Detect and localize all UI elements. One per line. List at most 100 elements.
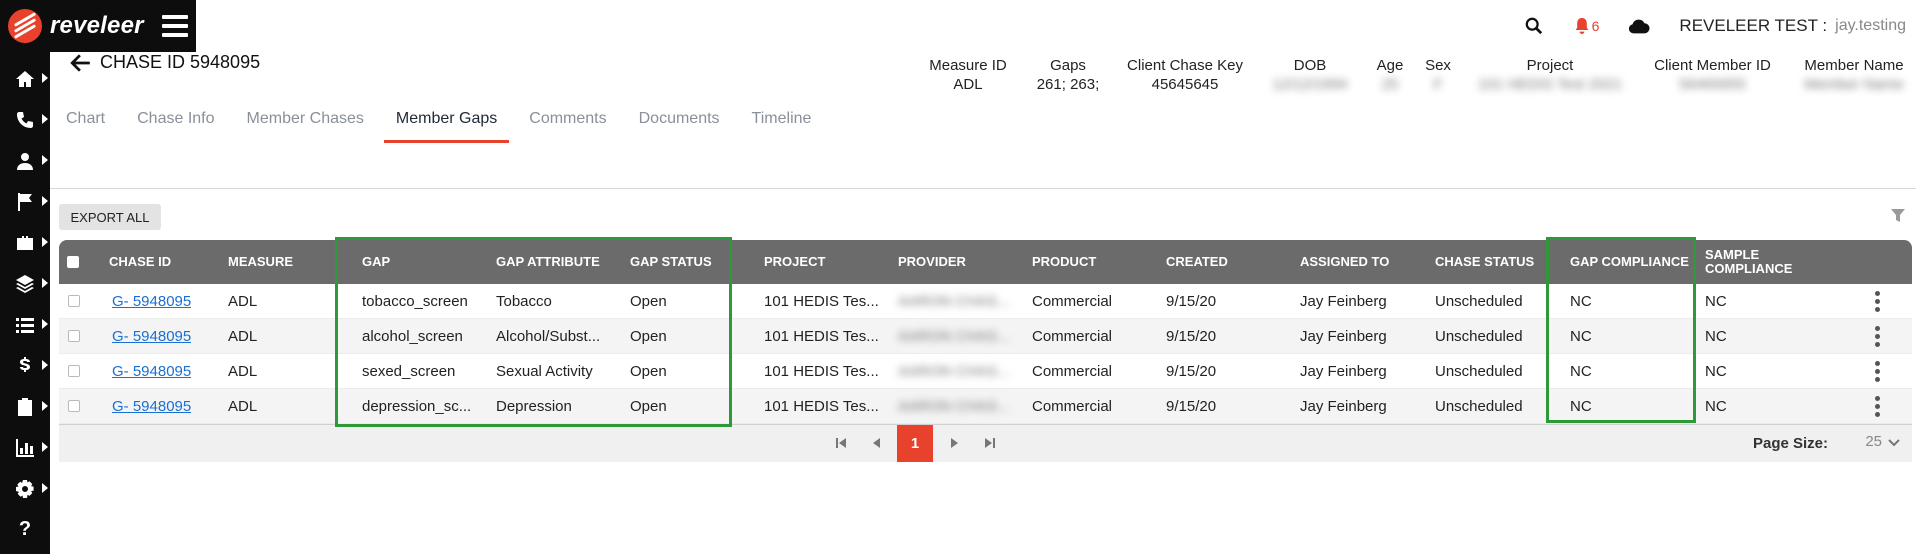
column-header-provider[interactable]: PROVIDER xyxy=(898,240,966,284)
back-arrow-icon[interactable] xyxy=(70,52,92,74)
meta-value: 45645645 xyxy=(1151,76,1219,93)
flag-icon xyxy=(18,192,32,211)
row-menu-icon[interactable] xyxy=(1875,290,1881,312)
table-row[interactable]: G- 5948095 ADL sexed_screen Sexual Activ… xyxy=(59,354,1912,389)
chase-id-link[interactable]: G- 5948095 xyxy=(112,363,191,380)
nav-briefcase[interactable] xyxy=(0,222,50,263)
nav-billing[interactable] xyxy=(0,345,50,386)
prev-page-button[interactable] xyxy=(870,436,884,450)
column-header-created[interactable]: CREATED xyxy=(1166,240,1228,284)
user-icon xyxy=(17,152,33,170)
filter-icon[interactable] xyxy=(1890,208,1906,224)
chevron-down-icon[interactable] xyxy=(1888,437,1900,449)
row-checkbox[interactable] xyxy=(68,365,80,377)
cell-gap-attribute: Sexual Activity xyxy=(496,362,593,380)
nav-settings[interactable] xyxy=(0,468,50,509)
page-size-select[interactable]: 25 xyxy=(1865,433,1882,450)
tab-chase-info[interactable]: Chase Info xyxy=(137,96,214,143)
cell-assigned-to: Jay Feinberg xyxy=(1300,362,1387,380)
cell-provider: AARON CHAS... xyxy=(898,362,1010,380)
brand-name: reveleer xyxy=(50,12,144,39)
nav-phone[interactable] xyxy=(0,99,50,140)
meta-label: Gaps xyxy=(1050,57,1086,74)
column-header-gap-attribute[interactable]: GAP ATTRIBUTE xyxy=(496,240,600,284)
user-name[interactable]: jay.testing xyxy=(1835,17,1906,35)
cell-chase-status: Unscheduled xyxy=(1435,327,1523,345)
gear-icon xyxy=(16,479,34,498)
tab-chart[interactable]: Chart xyxy=(66,96,105,143)
meta-age: Age 25 xyxy=(1370,56,1410,94)
meta-label: DOB xyxy=(1293,57,1327,74)
tab-documents[interactable]: Documents xyxy=(639,96,720,143)
menu-toggle-icon[interactable] xyxy=(161,15,188,37)
row-checkbox[interactable] xyxy=(68,330,80,342)
meta-value: 56465655 xyxy=(1679,76,1746,93)
nav-layers[interactable] xyxy=(0,263,50,304)
next-page-button[interactable] xyxy=(947,436,961,450)
cell-product: Commercial xyxy=(1032,362,1113,380)
org-label: REVELEER TEST : xyxy=(1679,16,1828,35)
cell-gap: tobacco_screen xyxy=(362,292,468,310)
row-menu-icon[interactable] xyxy=(1875,360,1881,382)
column-header-chase-id[interactable]: CHASE ID xyxy=(109,240,171,284)
cell-provider: AARON CHAS... xyxy=(898,327,1010,345)
tab-member-gaps[interactable]: Member Gaps xyxy=(383,96,510,143)
bell-icon xyxy=(1575,18,1589,34)
cell-sample-compliance: NC xyxy=(1705,292,1727,310)
cell-measure: ADL xyxy=(228,292,258,310)
cell-gap-compliance: NC xyxy=(1570,327,1592,345)
row-menu-icon[interactable] xyxy=(1875,395,1881,417)
tab-member-chases[interactable]: Member Chases xyxy=(247,96,364,143)
cell-measure: ADL xyxy=(228,362,258,380)
cloud-icon xyxy=(1629,19,1650,34)
nav-flags[interactable] xyxy=(0,181,50,222)
chevron-left-icon xyxy=(873,438,880,448)
table-row[interactable]: G- 5948095 ADL depression_sc... Depressi… xyxy=(59,389,1912,424)
first-page-button[interactable] xyxy=(834,436,848,450)
column-header-chase-status[interactable]: CHASE STATUS xyxy=(1435,240,1534,284)
nav-home[interactable] xyxy=(0,58,50,99)
column-header-assigned-to[interactable]: ASSIGNED TO xyxy=(1300,240,1389,284)
nav-clipboard[interactable] xyxy=(0,386,50,427)
home-icon xyxy=(16,70,34,87)
table-row[interactable]: G- 5948095 ADL alcohol_screen Alcohol/Su… xyxy=(59,319,1912,354)
row-menu-icon[interactable] xyxy=(1875,325,1881,347)
tab-comments[interactable]: Comments xyxy=(529,96,606,143)
chase-id-link[interactable]: G- 5948095 xyxy=(112,293,191,310)
column-header-gap[interactable]: GAP xyxy=(362,240,390,284)
export-all-button[interactable]: EXPORT ALL xyxy=(59,204,161,230)
cell-chase-status: Unscheduled xyxy=(1435,362,1523,380)
select-all-checkbox[interactable] xyxy=(67,256,79,268)
column-header-sample-compliance[interactable]: SAMPLE COMPLIANCE xyxy=(1705,240,1815,284)
cloud-button[interactable] xyxy=(1625,12,1653,40)
column-header-product[interactable]: PRODUCT xyxy=(1032,240,1096,284)
nav-list-view[interactable] xyxy=(0,304,50,345)
row-checkbox[interactable] xyxy=(68,295,80,307)
last-page-button[interactable] xyxy=(983,436,997,450)
row-checkbox[interactable] xyxy=(68,400,80,412)
meta-value: F xyxy=(1433,76,1443,93)
notifications-button[interactable]: 6 xyxy=(1574,12,1599,40)
search-button[interactable] xyxy=(1520,12,1548,40)
column-header-project[interactable]: PROJECT xyxy=(764,240,825,284)
tab-timeline[interactable]: Timeline xyxy=(752,96,812,143)
cell-gap: depression_sc... xyxy=(362,397,472,415)
chase-id-link[interactable]: G- 5948095 xyxy=(112,328,191,345)
column-header-gap-compliance[interactable]: GAP COMPLIANCE xyxy=(1570,240,1689,284)
cell-gap-attribute: Alcohol/Subst... xyxy=(496,327,601,345)
table-row[interactable]: G- 5948095 ADL tobacco_screen Tobacco Op… xyxy=(59,284,1912,319)
column-header-measure[interactable]: MEASURE xyxy=(228,240,293,284)
cell-product: Commercial xyxy=(1032,397,1113,415)
clipboard-icon xyxy=(18,397,32,416)
nav-reports[interactable] xyxy=(0,427,50,468)
column-header-gap-status[interactable]: GAP STATUS xyxy=(630,240,712,284)
header-divider xyxy=(50,188,1916,189)
phone-icon xyxy=(17,111,33,128)
cell-gap: alcohol_screen xyxy=(362,327,463,345)
current-page-button[interactable]: 1 xyxy=(897,425,933,462)
chase-id-link[interactable]: G- 5948095 xyxy=(112,398,191,415)
meta-value: Member Name xyxy=(1804,76,1904,93)
nav-help[interactable]: ? xyxy=(0,509,50,550)
meta-dob: DOB 12/12/1994 xyxy=(1265,56,1355,94)
nav-users[interactable] xyxy=(0,140,50,181)
